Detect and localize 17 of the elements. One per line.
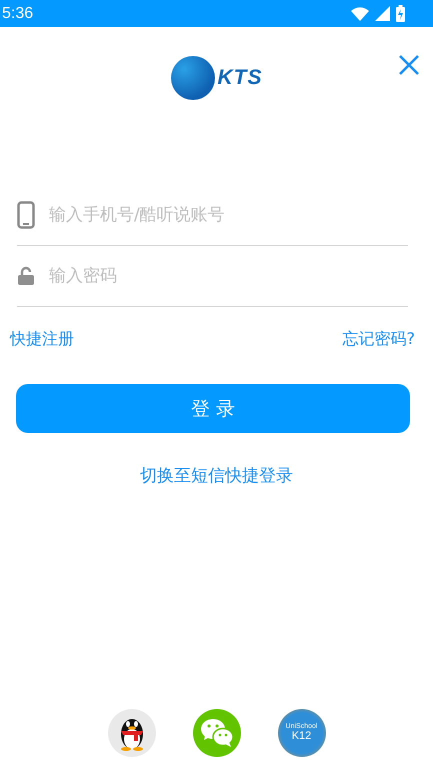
sms-login-link[interactable]: 切换至短信快捷登录 (140, 464, 293, 487)
unlocked-lock-icon (17, 266, 35, 286)
logo-text: KTS (218, 66, 262, 90)
battery-icon (396, 5, 405, 22)
wifi-icon (351, 6, 369, 20)
status-time: 5:36 (2, 4, 34, 22)
close-button[interactable] (397, 53, 421, 77)
wechat-login-button[interactable] (192, 709, 240, 757)
register-link[interactable]: 快捷注册 (10, 329, 74, 350)
signal-icon (375, 6, 390, 21)
forgot-password-link[interactable]: 忘记密码? (342, 329, 415, 350)
globe-logo-icon (170, 56, 214, 100)
login-button[interactable]: 登 录 (16, 384, 410, 433)
chat-bubbles-icon (200, 718, 234, 748)
qq-login-button[interactable] (108, 709, 156, 757)
phone-icon (17, 201, 35, 229)
close-icon (399, 55, 419, 75)
